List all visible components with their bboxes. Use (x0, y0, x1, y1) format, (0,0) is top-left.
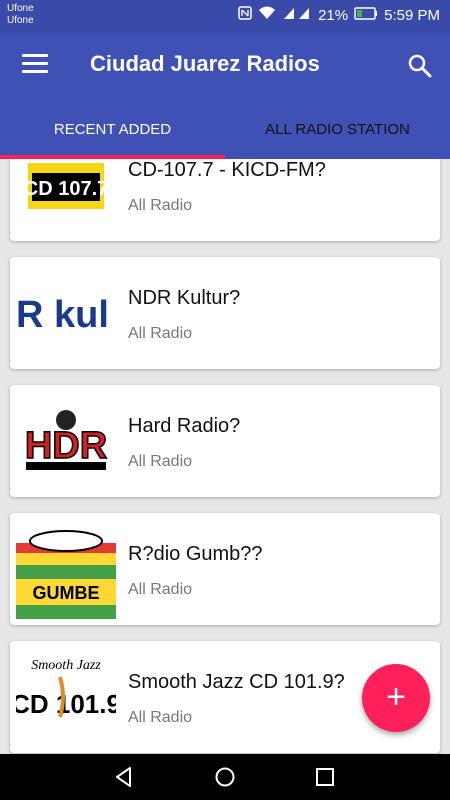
ndr-kultur-logo-text: R kul (16, 294, 109, 336)
hdr-logo-text: HDR (25, 425, 107, 467)
gumbe-logo: GUMBE (16, 519, 116, 619)
status-icons: 21% 5:59 PM (238, 6, 440, 24)
battery-icon (354, 6, 378, 24)
station-name: NDR Kultur? (128, 287, 241, 309)
back-icon[interactable] (113, 766, 135, 788)
ndr-kultur-logo-graphic: R kul (16, 294, 109, 336)
carrier-2: Ufone (7, 15, 34, 26)
clock: 5:59 PM (384, 6, 440, 24)
carrier-1: Ufone (7, 3, 34, 14)
station-category: All Radio (128, 581, 193, 598)
tab-all-radio-station[interactable]: ALL RADIO STATION (225, 97, 450, 159)
home-icon[interactable] (214, 766, 236, 788)
station-card[interactable]: GUMBE R?dio Gumb?? All Radio (10, 513, 440, 625)
wifi-icon (258, 6, 276, 24)
station-card[interactable]: R kul NDR Kultur? All Radio (10, 257, 440, 369)
station-category: All Radio (128, 197, 193, 214)
smooth-jazz-logo-text: CD 101.9 (16, 689, 116, 719)
recents-icon[interactable] (314, 766, 336, 788)
ndr-kultur-logo: R kul (16, 263, 116, 363)
tab-recent-added[interactable]: RECENT ADDED (0, 97, 225, 159)
station-card[interactable]: CD 107.7 CD-107.7 - KICD-FM? All Radio (10, 159, 440, 241)
menu-icon[interactable] (22, 54, 48, 76)
gumbe-logo-graphic: GUMBE (16, 519, 116, 619)
station-card[interactable]: HDR Hard Radio? All Radio (10, 385, 440, 497)
app-bar: Ciudad Juarez Radios (0, 33, 450, 97)
signal-icon (282, 6, 312, 24)
navigation-bar (0, 754, 450, 800)
station-name: CD-107.7 - KICD-FM? (128, 159, 326, 181)
station-name: Smooth Jazz CD 101.9? (128, 671, 345, 693)
svg-text:Smooth Jazz: Smooth Jazz (31, 658, 101, 673)
cd1077-logo-graphic: CD 107.7 (26, 163, 106, 209)
cd1077-logo: CD 107.7 (16, 159, 116, 235)
hdr-logo: HDR (16, 391, 116, 491)
tab-bar: RECENT ADDED ALL RADIO STATION (0, 97, 450, 159)
search-icon[interactable] (407, 53, 433, 79)
status-bar: Ufone Ufone 21% 5:59 PM (0, 0, 450, 33)
add-button[interactable]: + (362, 664, 430, 732)
station-list[interactable]: CD 107.7 CD-107.7 - KICD-FM? All Radio R… (0, 159, 450, 754)
app-title: Ciudad Juarez Radios (90, 51, 320, 76)
battery-percent: 21% (318, 6, 349, 24)
station-name: R?dio Gumb?? (128, 543, 263, 565)
station-category: All Radio (128, 325, 193, 342)
smooth-jazz-logo-graphic: Smooth Jazz CD 101.9 (16, 647, 116, 747)
gumbe-logo-text: GUMBE (33, 583, 100, 603)
hdr-logo-graphic: HDR (24, 410, 108, 470)
cd1077-logo-text: CD 107.7 (26, 178, 106, 200)
nfc-icon (238, 6, 252, 24)
station-name: Hard Radio? (128, 415, 241, 437)
smooth-jazz-logo: Smooth Jazz CD 101.9 (16, 647, 116, 747)
carrier-info: Ufone Ufone (7, 3, 34, 27)
station-category: All Radio (128, 453, 193, 470)
station-category: All Radio (128, 709, 193, 726)
